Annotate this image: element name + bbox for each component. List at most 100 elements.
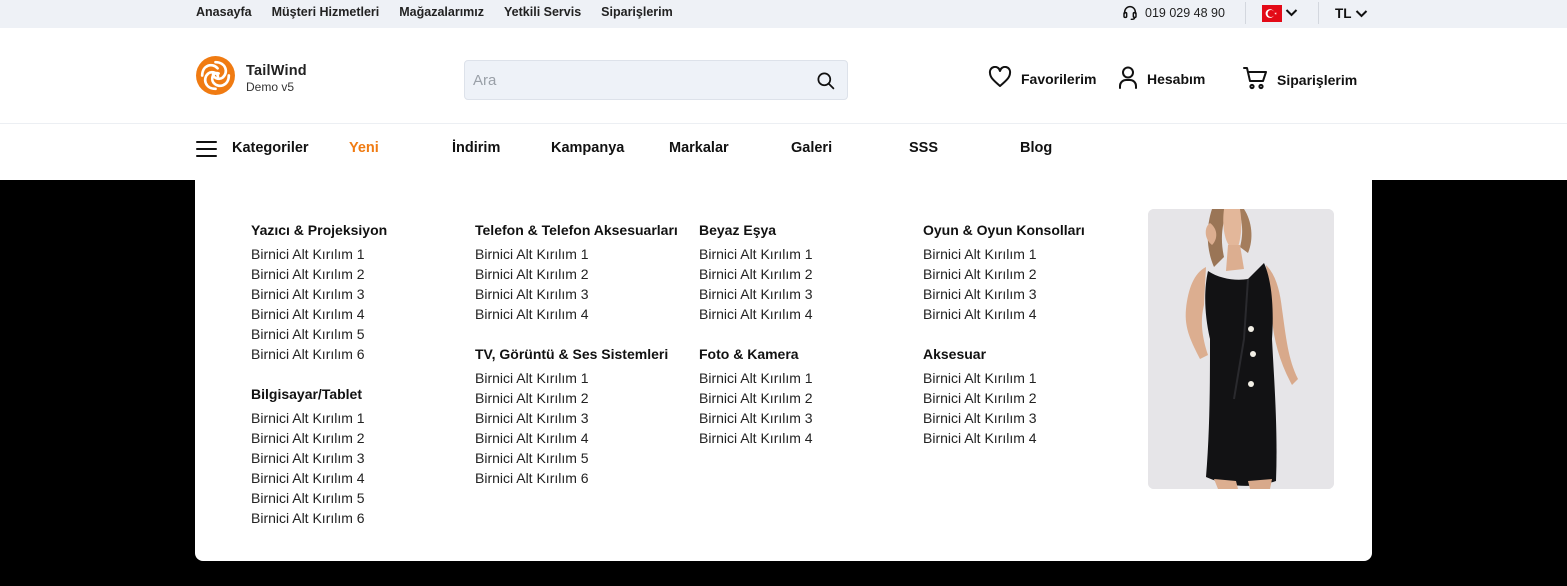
top-link-home[interactable]: Anasayfa — [196, 5, 252, 19]
search-input[interactable] — [465, 61, 847, 99]
subcategory-link[interactable]: Birnici Alt Kırılım 2 — [251, 264, 456, 284]
subcategory-link[interactable]: Birnici Alt Kırılım 6 — [475, 468, 680, 488]
search-icon[interactable] — [816, 71, 835, 95]
top-links: Anasayfa Müşteri Hizmetleri Mağazalarımı… — [196, 0, 673, 24]
user-icon — [1118, 66, 1138, 92]
nav-item-new[interactable]: Yeni — [349, 124, 379, 172]
top-bar: Anasayfa Müşteri Hizmetleri Mağazalarımı… — [0, 0, 1567, 28]
subcategory-link[interactable]: Birnici Alt Kırılım 4 — [475, 428, 680, 448]
subcategory-link[interactable]: Birnici Alt Kırılım 3 — [251, 284, 456, 304]
nav-item-brands[interactable]: Markalar — [669, 124, 729, 172]
top-link-authorized-service[interactable]: Yetkili Servis — [504, 5, 581, 19]
category-group: Telefon & Telefon Aksesuarları Birnici Al… — [475, 220, 680, 324]
subcategory-link[interactable]: Birnici Alt Kırılım 4 — [251, 468, 456, 488]
subcategory-link[interactable]: Birnici Alt Kırılım 2 — [699, 264, 904, 284]
subcategory-link[interactable]: Birnici Alt Kırılım 5 — [475, 448, 680, 468]
subcategory-link[interactable]: Birnici Alt Kırılım 2 — [475, 264, 680, 284]
category-group: Oyun & Oyun Konsolları Birnici Alt Kırılı… — [923, 220, 1128, 324]
subcategory-link[interactable]: Birnici Alt Kırılım 4 — [923, 428, 1128, 448]
subcategory-link[interactable]: Birnici Alt Kırılım 3 — [699, 408, 904, 428]
subcategory-link[interactable]: Birnici Alt Kırılım 2 — [251, 428, 456, 448]
subcategory-link[interactable]: Birnici Alt Kırılım 2 — [923, 264, 1128, 284]
category-title[interactable]: Oyun & Oyun Konsolları — [923, 220, 1128, 240]
category-title[interactable]: Yazıcı & Projeksiyon — [251, 220, 456, 240]
subcategory-link[interactable]: Birnici Alt Kırılım 6 — [251, 344, 456, 364]
category-group: Yazıcı & Projeksiyon Birnici Alt Kırılım … — [251, 220, 456, 364]
nav-item-faq[interactable]: SSS — [909, 124, 938, 172]
category-title[interactable]: Telefon & Telefon Aksesuarları — [475, 220, 680, 240]
currency-selector[interactable]: TL — [1335, 0, 1368, 27]
category-group: Foto & Kamera Birnici Alt Kırılım 1 Birnic… — [699, 344, 904, 448]
subcategory-link[interactable]: Birnici Alt Kırılım 3 — [475, 408, 680, 428]
chevron-down-icon — [1355, 6, 1368, 21]
subcategory-link[interactable]: Birnici Alt Kırılım 4 — [251, 304, 456, 324]
promo-image[interactable] — [1148, 209, 1334, 489]
divider — [1318, 2, 1319, 24]
turkey-flag-icon — [1262, 4, 1282, 22]
subcategory-link[interactable]: Birnici Alt Kırılım 5 — [251, 324, 456, 344]
top-link-stores[interactable]: Mağazalarımız — [399, 5, 484, 19]
subcategory-link[interactable]: Birnici Alt Kırılım 3 — [699, 284, 904, 304]
subcategory-link[interactable]: Birnici Alt Kırılım 2 — [475, 388, 680, 408]
category-group: Bilgisayar/Tablet Birnici Alt Kırılım 1 Bi… — [251, 384, 456, 528]
mega-menu-column: Yazıcı & Projeksiyon Birnici Alt Kırılım … — [251, 220, 456, 548]
category-group: TV, Görüntü & Ses Sistemleri Birnici Alt … — [475, 344, 680, 488]
favorites-label: Favorilerim — [1021, 70, 1097, 87]
nav-categories[interactable]: Kategoriler — [232, 124, 309, 172]
subcategory-link[interactable]: Birnici Alt Kırılım 3 — [923, 408, 1128, 428]
subcategory-link[interactable]: Birnici Alt Kırılım 2 — [923, 388, 1128, 408]
account-label: Hesabım — [1147, 71, 1206, 87]
nav-item-blog[interactable]: Blog — [1020, 124, 1052, 172]
logo-text: TailWind Demo v5 — [246, 63, 307, 94]
subcategory-link[interactable]: Birnici Alt Kırılım 1 — [475, 368, 680, 388]
subcategory-link[interactable]: Birnici Alt Kırılım 5 — [251, 488, 456, 508]
menu-icon[interactable] — [196, 141, 217, 157]
top-link-customer-service[interactable]: Müşteri Hizmetleri — [272, 5, 380, 19]
phone-number: 019 029 48 90 — [1145, 6, 1225, 20]
nav-item-discount[interactable]: İndirim — [452, 124, 500, 172]
subcategory-link[interactable]: Birnici Alt Kırılım 2 — [699, 388, 904, 408]
account-link[interactable]: Hesabım — [1118, 66, 1205, 92]
category-title[interactable]: Foto & Kamera — [699, 344, 904, 364]
subcategory-link[interactable]: Birnici Alt Kırılım 1 — [251, 408, 456, 428]
subcategory-link[interactable]: Birnici Alt Kırılım 1 — [923, 244, 1128, 264]
mega-menu-column: Telefon & Telefon Aksesuarları Birnici Al… — [475, 220, 680, 508]
favorites-link[interactable]: Favorilerim — [988, 65, 1097, 91]
subcategory-link[interactable]: Birnici Alt Kırılım 1 — [475, 244, 680, 264]
logo-subtitle: Demo v5 — [246, 79, 295, 94]
orders-label: Siparişlerim — [1277, 71, 1358, 88]
category-group: Beyaz Eşya Birnici Alt Kırılım 1 Birnici A… — [699, 220, 904, 324]
header: TailWind Demo v5 Favorilerim Hesabım Sip… — [0, 28, 1567, 124]
subcategory-link[interactable]: Birnici Alt Kırılım 4 — [699, 304, 904, 324]
subcategory-link[interactable]: Birnici Alt Kırılım 4 — [923, 304, 1128, 324]
headset-icon — [1122, 4, 1138, 23]
subcategory-link[interactable]: Birnici Alt Kırılım 3 — [251, 448, 456, 468]
category-group: Aksesuar Birnici Alt Kırılım 1 Birnici Alt… — [923, 344, 1128, 448]
logo[interactable]: TailWind Demo v5 — [195, 55, 307, 101]
heart-icon — [988, 65, 1012, 91]
subcategory-link[interactable]: Birnici Alt Kırılım 1 — [699, 368, 904, 388]
top-link-orders[interactable]: Siparişlerim — [601, 5, 673, 19]
category-title[interactable]: Aksesuar — [923, 344, 1128, 364]
mega-menu: Yazıcı & Projeksiyon Birnici Alt Kırılım … — [195, 180, 1372, 561]
category-title[interactable]: Bilgisayar/Tablet — [251, 384, 456, 404]
mega-menu-column: Beyaz Eşya Birnici Alt Kırılım 1 Birnici A… — [699, 220, 904, 468]
language-selector[interactable] — [1262, 4, 1298, 22]
subcategory-link[interactable]: Birnici Alt Kırılım 3 — [475, 284, 680, 304]
subcategory-link[interactable]: Birnici Alt Kırılım 6 — [251, 508, 456, 528]
subcategory-link[interactable]: Birnici Alt Kırılım 4 — [475, 304, 680, 324]
phone-contact[interactable]: 019 029 48 90 — [1122, 0, 1225, 26]
subcategory-link[interactable]: Birnici Alt Kırılım 3 — [923, 284, 1128, 304]
category-title[interactable]: TV, Görüntü & Ses Sistemleri — [475, 344, 680, 364]
subcategory-link[interactable]: Birnici Alt Kırılım 1 — [923, 368, 1128, 388]
currency-label: TL — [1335, 6, 1352, 21]
subcategory-link[interactable]: Birnici Alt Kırılım 1 — [699, 244, 904, 264]
divider — [1245, 2, 1246, 24]
nav-item-gallery[interactable]: Galeri — [791, 124, 832, 172]
subcategory-link[interactable]: Birnici Alt Kırılım 4 — [699, 428, 904, 448]
cart-icon — [1243, 66, 1268, 93]
nav-item-campaign[interactable]: Kampanya — [551, 124, 624, 172]
subcategory-link[interactable]: Birnici Alt Kırılım 1 — [251, 244, 456, 264]
orders-link[interactable]: Siparişlerim — [1243, 66, 1357, 93]
category-title[interactable]: Beyaz Eşya — [699, 220, 904, 240]
